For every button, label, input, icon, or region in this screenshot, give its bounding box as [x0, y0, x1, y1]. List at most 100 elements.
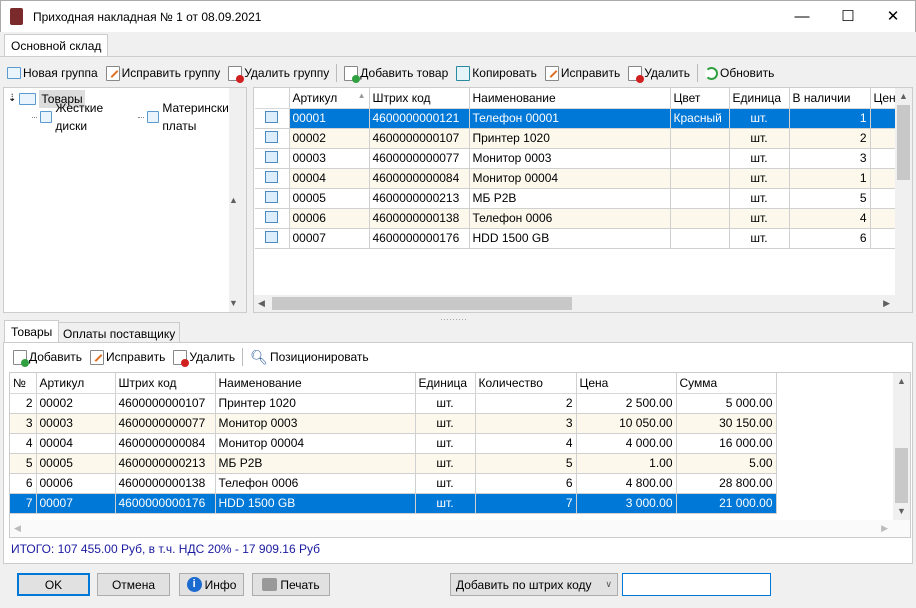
scroll-thumb[interactable]: [897, 105, 910, 180]
window-title: Приходная накладная № 1 от 08.09.2021: [33, 10, 262, 24]
column-header[interactable]: Цен: [870, 88, 898, 109]
table-row[interactable]: 7 00007 4600000000176 HDD 1500 GB шт. 7 3 000.…: [10, 493, 777, 514]
maximize-button[interactable]: ☐: [825, 1, 871, 33]
ok-button[interactable]: OK: [17, 573, 90, 596]
edit-button[interactable]: Исправить: [542, 62, 623, 84]
column-header[interactable]: Единица: [729, 88, 790, 109]
label: Жесткие диски: [55, 101, 104, 133]
barcode-input[interactable]: [622, 573, 771, 596]
cell: 4: [789, 208, 871, 229]
table-row[interactable]: 00006 4600000000138 Телефон 0006 шт. 4: [255, 208, 898, 229]
catalog-vscroll[interactable]: ▲: [895, 88, 912, 295]
cell: 00006: [289, 208, 370, 229]
info-icon: i: [186, 577, 202, 592]
column-header[interactable]: Единица: [415, 373, 476, 394]
add-product-button[interactable]: Добавить товар: [341, 62, 451, 84]
delete-line-button[interactable]: Удалить: [170, 346, 238, 368]
column-header[interactable]: Наименование: [215, 373, 416, 394]
group-tree: ⇣Товары Жесткие дискиМатеринские платыМо…: [3, 87, 588, 313]
column-header[interactable]: Артикул ▲: [289, 88, 370, 109]
column-header[interactable]: В наличии: [789, 88, 871, 109]
edit-group-button[interactable]: Исправить группу: [103, 62, 224, 84]
table-row[interactable]: 00002 4600000000107 Принтер 1020 шт. 2: [255, 128, 898, 149]
tab-supplier-payments[interactable]: Оплаты поставщику: [58, 322, 181, 343]
table-row[interactable]: 00007 4600000000176 HDD 1500 GB шт. 6: [255, 228, 898, 249]
column-header[interactable]: Цвет: [670, 88, 730, 109]
row-icon-cell: [255, 108, 290, 129]
catalog-toolbar: Новая группа Исправить группу Удалить гр…: [4, 62, 777, 84]
add-icon: [13, 349, 29, 367]
column-header[interactable]: Штрих код: [115, 373, 216, 394]
tree-node[interactable]: Жесткие диски: [8, 101, 111, 133]
item-icon: [265, 170, 279, 183]
column-header[interactable]: Артикул: [36, 373, 116, 394]
tab-main-warehouse[interactable]: Основной склад: [4, 34, 109, 56]
cell: Телефон 00001: [469, 108, 671, 129]
table-row[interactable]: 3 00003 4600000000077 Монитор 0003 шт. 3 10 05…: [10, 413, 777, 434]
copy-button[interactable]: Копировать: [453, 62, 540, 84]
lines-grid: № Артикул Штрих код Наименование Единица Коли…: [9, 372, 911, 538]
locate-button[interactable]: 🔍︎ Позиционировать: [247, 346, 371, 368]
tree-scrollbar[interactable]: ▲ ▼: [229, 88, 246, 312]
cell: 4600000000176: [115, 493, 216, 514]
table-row[interactable]: 6 00006 4600000000138 Телефон 0006 шт. 6 4 800…: [10, 473, 777, 494]
cell: 6: [475, 473, 577, 494]
sort-asc-icon: ▲: [357, 90, 366, 100]
delete-group-button[interactable]: Удалить группу: [225, 62, 332, 84]
cell: шт.: [415, 393, 476, 414]
column-header[interactable]: Штрих код: [369, 88, 470, 109]
cell: HDD 1500 GB: [215, 493, 416, 514]
table-row[interactable]: 5 00005 4600000000213 МБ P2B шт. 5 1.00 5.00: [10, 453, 777, 474]
cell: 4600000000213: [115, 453, 216, 474]
expand-arrow-icon[interactable]: ⇣: [8, 90, 16, 108]
cell: [670, 208, 730, 229]
column-header[interactable]: Количество: [475, 373, 577, 394]
close-button[interactable]: ✕: [870, 1, 916, 33]
table-row[interactable]: 00001 4600000000121 Телефон 00001 Красный шт…: [255, 108, 898, 129]
cell: 00004: [289, 168, 370, 189]
column-header[interactable]: №: [10, 373, 37, 394]
row-icon-cell: [255, 148, 290, 169]
new-group-button[interactable]: Новая группа: [4, 62, 101, 84]
lines-vscroll[interactable]: ▲ ▼: [893, 373, 910, 520]
scroll-thumb[interactable]: [272, 297, 572, 310]
label: Исправить: [560, 66, 621, 80]
header-icon-col: [255, 88, 290, 109]
table-row[interactable]: 00005 4600000000213 МБ P2B шт. 5: [255, 188, 898, 209]
table-row[interactable]: 00003 4600000000077 Монитор 0003 шт. 3: [255, 148, 898, 169]
cell: шт.: [729, 188, 790, 209]
cell: 00007: [289, 228, 370, 249]
print-button[interactable]: Печать: [252, 573, 330, 596]
cell: [870, 208, 898, 229]
cell: 4600000000084: [115, 433, 216, 454]
column-header[interactable]: Наименование: [469, 88, 671, 109]
delete-button[interactable]: Удалить: [625, 62, 693, 84]
cell: [670, 168, 730, 189]
scroll-thumb[interactable]: [895, 448, 908, 503]
refresh-button[interactable]: Обновить: [702, 62, 777, 84]
lines-hscroll[interactable]: ◀ ▶: [10, 520, 910, 537]
add-line-button[interactable]: Добавить: [10, 346, 85, 368]
minimize-button[interactable]: —: [779, 1, 825, 33]
delete-icon: [628, 65, 645, 83]
cell: 4600000000138: [115, 473, 216, 494]
catalog-hscroll[interactable]: ◀ ▶: [254, 295, 912, 312]
splitter-handle[interactable]: ·········: [440, 314, 467, 324]
barcode-mode-select[interactable]: Добавить по штрих коду ∨: [450, 573, 618, 596]
table-row[interactable]: 2 00002 4600000000107 Принтер 1020 шт. 2 2 500…: [10, 393, 777, 414]
column-header[interactable]: Сумма: [676, 373, 777, 394]
cancel-button[interactable]: Отмена: [97, 573, 170, 596]
tab-products[interactable]: Товары: [4, 320, 60, 343]
edit-line-button[interactable]: Исправить: [87, 346, 168, 368]
folder-icon: [146, 111, 160, 123]
table-row[interactable]: 4 00004 4600000000084 Монитор 00004 шт. 4 4 00…: [10, 433, 777, 454]
cell: [870, 188, 898, 209]
cell: шт.: [729, 148, 790, 169]
cell: Телефон 0006: [469, 208, 671, 229]
cell: 10 050.00: [576, 413, 677, 434]
tree-node[interactable]: Материнские платы: [114, 101, 242, 133]
column-header[interactable]: Цена: [576, 373, 677, 394]
table-row[interactable]: 00004 4600000000084 Монитор 00004 шт. 1: [255, 168, 898, 189]
info-button[interactable]: i Инфо: [179, 573, 244, 596]
divider: [0, 56, 916, 57]
